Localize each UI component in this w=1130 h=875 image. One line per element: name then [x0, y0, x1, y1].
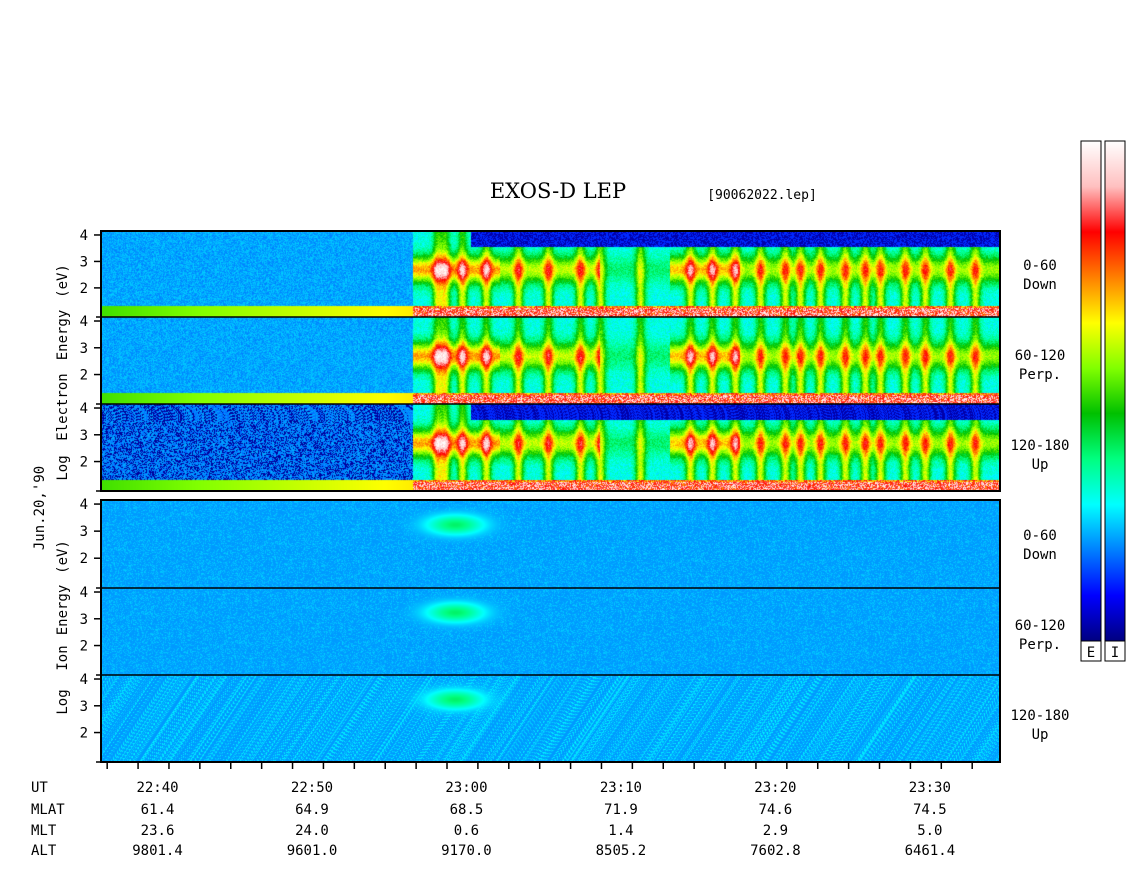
y-tick-label: 3 — [80, 612, 88, 628]
spectrogram-ion-perp — [101, 588, 1000, 675]
y-tick-label: 2 — [80, 281, 88, 297]
ephemeris-value: 8505.2 — [596, 843, 647, 859]
electron-ylabel-energy: Energy — [55, 310, 71, 361]
ion-ylabel-energy: Energy — [55, 585, 71, 636]
spectrogram-panels — [101, 231, 1000, 762]
y-tick-label: 2 — [80, 726, 88, 742]
electron-ylabel-unit: (eV) — [55, 264, 71, 298]
electron-ylabel-log: Log — [55, 455, 71, 480]
spectrogram-electron-up — [101, 404, 1000, 491]
colorbars: EI — [1080, 140, 1126, 662]
ephemeris-label-alt: ALT — [31, 843, 57, 859]
ephemeris-value: 7602.8 — [750, 843, 801, 859]
ephemeris-value: 61.4 — [141, 802, 175, 818]
ephemeris-value: 22:40 — [136, 780, 178, 796]
ephemeris-value: 6461.4 — [905, 843, 956, 859]
y-tick-label: 3 — [80, 341, 88, 357]
panel-direction-label: Perp. — [1019, 367, 1061, 383]
ephemeris-value: 22:50 — [291, 780, 333, 796]
panel-pitch-label: 0-60 — [1023, 258, 1057, 274]
spectrogram-electron-down — [101, 231, 1000, 317]
ephemeris-value: 68.5 — [450, 802, 484, 818]
ephemeris-value: 9601.0 — [287, 843, 338, 859]
spectrogram-electron-perp — [101, 317, 1000, 404]
ephemeris-label-ut: UT — [31, 780, 48, 796]
ephemeris-table: UT 22:40 22:50 23:00 23:10 23:20 23:30 MLAT 61.4… — [31, 780, 955, 859]
ephemeris-value: 23:10 — [600, 780, 642, 796]
y-tick-label: 4 — [80, 401, 88, 417]
y-tick-label: 4 — [80, 672, 88, 688]
panel-direction-label: Up — [1032, 727, 1049, 743]
y-tick-label: 4 — [80, 228, 88, 244]
ephemeris-value: 9801.4 — [132, 843, 183, 859]
panel-pitch-label: 120-180 — [1010, 438, 1069, 454]
ephemeris-value: 23:20 — [754, 780, 796, 796]
panel-pitch-label: 0-60 — [1023, 528, 1057, 544]
y-tick-label: 2 — [80, 551, 88, 567]
y-tick-label: 3 — [80, 699, 88, 715]
ephemeris-value: 74.6 — [759, 802, 793, 818]
ephemeris-value: 5.0 — [917, 823, 942, 839]
panel-pitch-label: 60-120 — [1015, 618, 1066, 634]
y-tick-label: 3 — [80, 524, 88, 540]
spectrogram-figure: EXOS-D LEP [90062022.lep] 4 3 2 4 3 2 4 3 2 4 3 2 4 3… — [31, 140, 1126, 859]
electron-ylabel: Log Electron Energy (eV) — [55, 264, 71, 481]
ephemeris-value: 23:30 — [909, 780, 951, 796]
file-label: [90062022.lep] — [707, 188, 817, 203]
panel-direction-label: Down — [1023, 547, 1057, 563]
ephemeris-label-mlt: MLT — [31, 823, 57, 839]
electron-ylabel-electron: Electron — [55, 373, 71, 440]
y-tick-label: 4 — [80, 585, 88, 601]
spectrogram-ion-down — [101, 500, 1000, 588]
y-tick-label: 4 — [80, 314, 88, 330]
panel-pitch-label: 120-180 — [1010, 708, 1069, 724]
ephemeris-value: 23.6 — [141, 823, 175, 839]
spectrogram-ion-up — [101, 675, 1000, 762]
ion-ylabel: Log Ion Energy (eV) — [55, 540, 71, 715]
panel-labels: 0-60 Down 60-120 Perp. 120-180 Up 0-60 Down 60-1… — [1010, 258, 1069, 743]
y-tick-label: 3 — [80, 428, 88, 444]
date-label: Jun.20,'90 — [32, 466, 48, 550]
ephemeris-value: 71.9 — [604, 802, 638, 818]
panel-direction-label: Perp. — [1019, 637, 1061, 653]
colorbar-label: E — [1087, 645, 1095, 661]
chart-title: EXOS-D LEP — [490, 179, 626, 203]
ephemeris-value: 64.9 — [295, 802, 329, 818]
ephemeris-value: 0.6 — [454, 823, 479, 839]
ephemeris-value: 24.0 — [295, 823, 329, 839]
ion-ylabel-log: Log — [55, 689, 71, 714]
colorbar-i — [1104, 140, 1126, 642]
panel-direction-label: Down — [1023, 277, 1057, 293]
y-tick-label: 3 — [80, 254, 88, 270]
colorbar-label: I — [1111, 645, 1119, 661]
ion-ylabel-unit: (eV) — [55, 540, 71, 574]
ion-ylabel-ion: Ion — [55, 645, 71, 670]
y-tick-label: 4 — [80, 497, 88, 513]
ephemeris-value: 2.9 — [763, 823, 788, 839]
ephemeris-value: 1.4 — [608, 823, 633, 839]
y-tick-label: 2 — [80, 455, 88, 471]
panel-direction-label: Up — [1032, 457, 1049, 473]
colorbar-e — [1080, 140, 1102, 642]
ephemeris-value: 74.5 — [913, 802, 947, 818]
ephemeris-value: 9170.0 — [441, 843, 492, 859]
y-tick-label: 2 — [80, 368, 88, 384]
ephemeris-label-mlat: MLAT — [31, 802, 65, 818]
ephemeris-value: 23:00 — [445, 780, 487, 796]
panel-pitch-label: 60-120 — [1015, 348, 1066, 364]
y-tick-label: 2 — [80, 639, 88, 655]
